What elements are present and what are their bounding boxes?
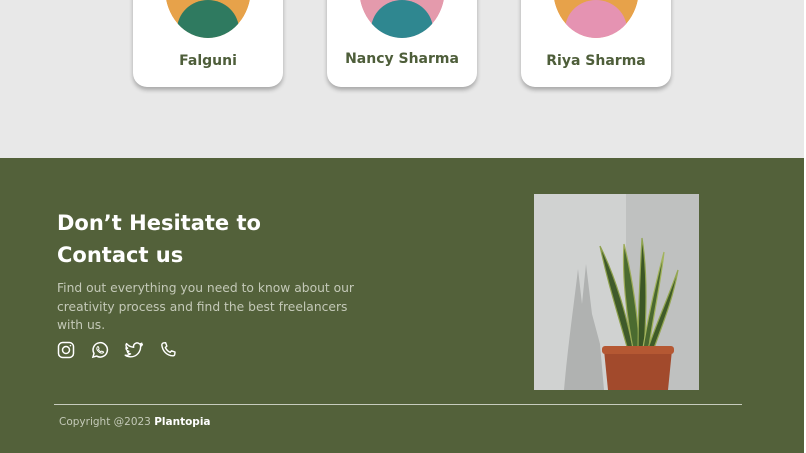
heading-line-1: Don’t Hesitate to <box>57 211 261 235</box>
twitter-icon[interactable] <box>124 340 144 360</box>
contact-heading: Don’t Hesitate to Contact us <box>57 207 317 271</box>
team-member-name: Falguni <box>179 53 237 69</box>
instagram-icon[interactable] <box>56 340 76 360</box>
team-card: Riya Sharma <box>521 0 671 87</box>
plant-photo <box>534 194 699 390</box>
copyright-text: Copyright @2023 <box>59 416 151 428</box>
avatar <box>359 0 445 38</box>
phone-icon[interactable] <box>158 340 178 360</box>
social-links <box>56 340 178 362</box>
avatar <box>553 0 639 38</box>
heading-line-2: Contact us <box>57 243 184 267</box>
contact-footer: Don’t Hesitate to Contact us Find out ev… <box>0 158 806 453</box>
whatsapp-icon[interactable] <box>90 340 110 360</box>
footer-divider <box>54 404 742 405</box>
copyright: Copyright @2023 Plantopia <box>59 416 211 428</box>
team-section: Falguni Nancy Sharma Riya Sharma <box>0 0 806 158</box>
team-member-name: Nancy Sharma <box>345 51 459 67</box>
contact-description: Find out everything you need to know abo… <box>57 281 354 332</box>
brand-name: Plantopia <box>154 416 211 428</box>
team-card: Nancy Sharma <box>327 0 477 87</box>
team-card: Falguni <box>133 0 283 87</box>
team-member-name: Riya Sharma <box>546 53 646 69</box>
avatar <box>165 0 251 38</box>
